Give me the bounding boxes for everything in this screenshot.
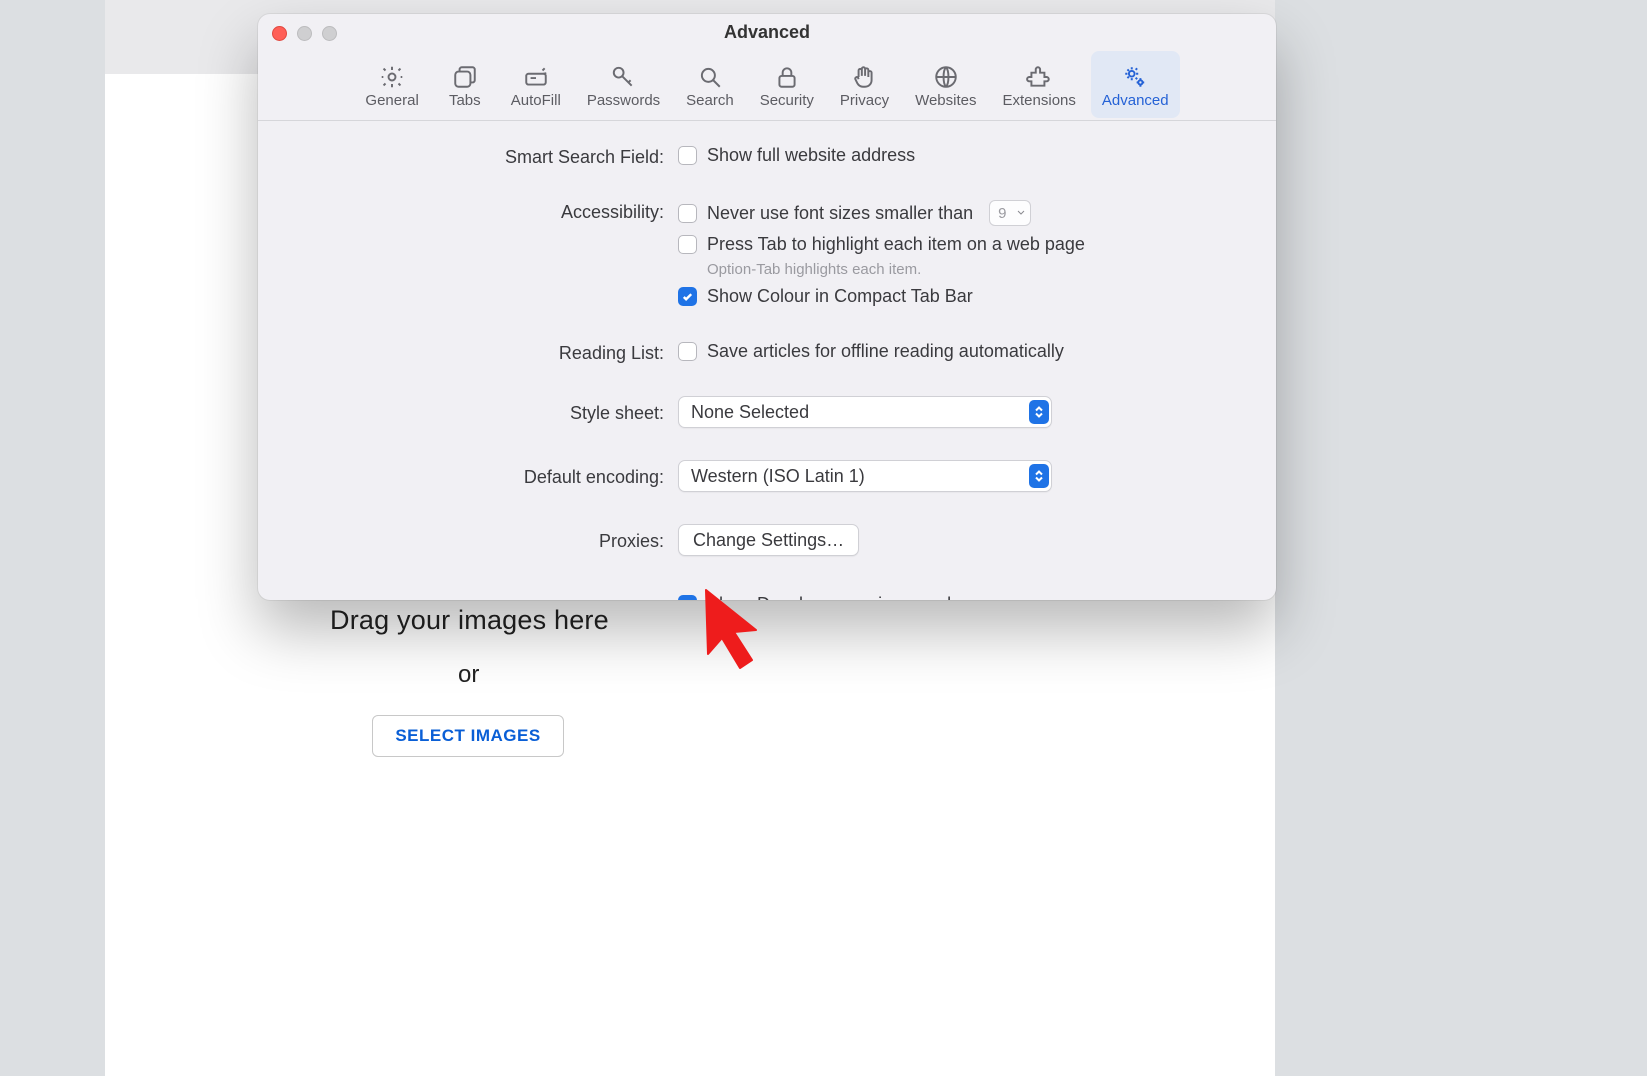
default-encoding-popup[interactable]: Western (ISO Latin 1) <box>678 460 1052 492</box>
key-icon <box>610 62 636 92</box>
label-reading-list: Reading List: <box>294 341 664 364</box>
tab-passwords[interactable]: Passwords <box>576 51 671 118</box>
default-encoding-value: Western (ISO Latin 1) <box>691 466 865 487</box>
min-font-size-value: 9 <box>998 205 1006 222</box>
window-title: Advanced <box>724 22 810 43</box>
tab-autofill[interactable]: AutoFill <box>500 51 572 118</box>
window-titlebar: Advanced <box>258 14 1276 51</box>
advanced-gears-icon <box>1122 62 1148 92</box>
tab-label: Search <box>686 92 734 109</box>
drag-images-text: Drag your images here <box>330 605 609 636</box>
checkbox-save-offline[interactable] <box>678 342 697 361</box>
style-sheet-popup[interactable]: None Selected <box>678 396 1052 428</box>
tab-general[interactable]: General <box>354 51 429 118</box>
tabs-icon <box>452 62 478 92</box>
hand-icon <box>851 62 877 92</box>
option-show-full-address: Show full website address <box>707 145 915 166</box>
tab-label: General <box>365 92 418 109</box>
checkbox-show-colour[interactable] <box>678 287 697 306</box>
gear-icon <box>379 62 405 92</box>
zoom-window-button[interactable] <box>322 26 337 41</box>
option-min-font-size: Never use font sizes smaller than <box>707 203 973 224</box>
label-accessibility: Accessibility: <box>294 200 664 223</box>
tab-label: Extensions <box>1003 92 1076 109</box>
puzzle-icon <box>1026 62 1052 92</box>
checkbox-show-develop[interactable] <box>678 595 697 600</box>
tab-label: Passwords <box>587 92 660 109</box>
or-text: or <box>458 661 479 689</box>
option-show-colour: Show Colour in Compact Tab Bar <box>707 286 973 307</box>
tab-tabs[interactable]: Tabs <box>434 51 496 118</box>
tab-label: Websites <box>915 92 976 109</box>
check-icon <box>681 598 694 600</box>
checkbox-press-tab[interactable] <box>678 235 697 254</box>
lock-icon <box>774 62 800 92</box>
label-smart-search: Smart Search Field: <box>294 145 664 168</box>
tab-privacy[interactable]: Privacy <box>829 51 900 118</box>
updown-icon <box>1029 464 1049 488</box>
autofill-icon <box>523 62 549 92</box>
tab-label: Advanced <box>1102 92 1169 109</box>
minimize-window-button[interactable] <box>297 26 312 41</box>
advanced-content: Smart Search Field: Show full website ad… <box>258 121 1276 600</box>
checkbox-min-font-size[interactable] <box>678 204 697 223</box>
check-icon <box>681 290 694 303</box>
tab-label: Security <box>760 92 814 109</box>
option-press-tab: Press Tab to highlight each item on a we… <box>707 234 1085 255</box>
close-window-button[interactable] <box>272 26 287 41</box>
tab-advanced[interactable]: Advanced <box>1091 51 1180 118</box>
checkbox-show-full-address[interactable] <box>678 146 697 165</box>
tab-security[interactable]: Security <box>749 51 825 118</box>
tab-websites[interactable]: Websites <box>904 51 987 118</box>
tab-extensions[interactable]: Extensions <box>992 51 1087 118</box>
chevron-down-icon <box>1016 208 1026 218</box>
updown-icon <box>1029 400 1049 424</box>
label-style-sheet: Style sheet: <box>294 401 664 424</box>
search-icon <box>697 62 723 92</box>
option-show-develop: Show Develop menu in menu bar <box>707 594 973 600</box>
change-proxies-button[interactable]: Change Settings… <box>678 524 859 556</box>
tab-search[interactable]: Search <box>675 51 745 118</box>
select-images-button[interactable]: SELECT IMAGES <box>372 715 564 757</box>
style-sheet-value: None Selected <box>691 402 809 423</box>
hint-press-tab: Option-Tab highlights each item. <box>707 261 1240 278</box>
min-font-size-stepper[interactable]: 9 <box>989 200 1031 226</box>
globe-icon <box>933 62 959 92</box>
tab-label: Privacy <box>840 92 889 109</box>
tab-label: Tabs <box>449 92 481 109</box>
preferences-window: Advanced General Tabs AutoFill Passwords <box>258 14 1276 600</box>
preferences-toolbar: General Tabs AutoFill Passwords Search <box>258 51 1276 121</box>
label-proxies: Proxies: <box>294 529 664 552</box>
option-save-offline: Save articles for offline reading automa… <box>707 341 1064 362</box>
tab-label: AutoFill <box>511 92 561 109</box>
label-default-encoding: Default encoding: <box>294 465 664 488</box>
